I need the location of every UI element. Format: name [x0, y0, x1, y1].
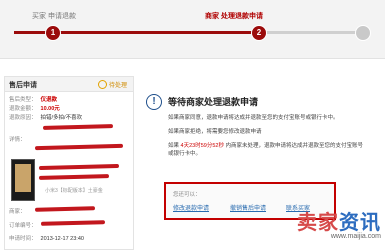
type-label: 售后类型： — [9, 97, 37, 103]
time-label: 申请时间： — [9, 236, 37, 242]
detail-row: 详情： — [9, 135, 26, 143]
watermark-text-b: 资讯 — [339, 212, 381, 234]
type-value: 仅退款 — [40, 97, 58, 103]
site-watermark: 卖家资讯 www.maijia.com — [297, 206, 381, 240]
detail-label: 详情： — [9, 137, 26, 143]
order-label: 订单编号： — [9, 223, 37, 229]
amount-row: 退款金额： 10.00元 — [9, 104, 60, 112]
countdown-timer: 4天23时59分52秒 — [180, 143, 224, 149]
reason-label: 退款原因： — [9, 115, 37, 121]
info-line-reject: 如果商家拒绝，将需要您修改退款申请 — [168, 129, 262, 135]
type-row: 售后类型： 仅退款 — [9, 95, 57, 103]
reason-value: 拍错/多拍/不喜欢 — [40, 115, 83, 121]
step-1-circle: 1 — [45, 25, 61, 41]
lightbulb-icon — [97, 80, 107, 89]
step-3-circle — [355, 25, 371, 41]
seller-label: 商家： — [9, 209, 26, 215]
status-badge: 待处理 — [97, 80, 127, 89]
step-1-label: 买家 申请退款 — [32, 13, 76, 20]
seller-row: 商家： — [9, 207, 26, 215]
amount-value: 10.00元 — [40, 106, 60, 112]
order-row: 订单编号： — [9, 221, 37, 229]
redaction-scribble — [38, 163, 120, 171]
redaction-scribble — [42, 124, 114, 130]
redaction-scribble — [34, 206, 96, 212]
reason-row: 退款原因： 拍错/多拍/不喜欢 — [9, 113, 82, 121]
step-2-label: 商家 处理退款申请 — [205, 13, 263, 20]
step-2-circle: 2 — [251, 25, 267, 41]
info-line-timeout: 如果 4天23时59分52秒 内商家未处理，退款申请将达成并退款至您的支付宝账号… — [168, 143, 364, 157]
redaction-scribble — [40, 220, 106, 226]
after-sale-title: 售后申请 — [9, 82, 37, 89]
product-thumbnail[interactable] — [11, 159, 35, 201]
action-label: 您还可以： — [173, 192, 201, 198]
cancel-request-link[interactable]: 撤销售后申请 — [230, 203, 266, 212]
exclamation-icon: ! — [146, 94, 162, 110]
time-value: 2013-12-17 23:40 — [40, 236, 84, 242]
amount-label: 退款金额： — [9, 106, 37, 112]
progress-track-todo — [259, 31, 364, 34]
after-sale-header: 售后申请 待处理 — [5, 77, 133, 92]
time-row: 申请时间： 2013-12-17 23:40 — [9, 234, 84, 242]
watermark-text-a: 卖家 — [297, 212, 339, 234]
product-note: 小米3【标配版本】土豪金 — [45, 188, 103, 194]
after-sale-panel: 售后申请 待处理 售后类型： 仅退款 退款金额： 10.00元 退款原因： 拍错/多拍… — [4, 76, 134, 250]
redaction-scribble — [38, 174, 110, 180]
modify-refund-link[interactable]: 修改退款申请 — [173, 203, 209, 212]
status-title: 等待商家处理退款申请 — [168, 97, 259, 107]
progress-bar: 买家 申请退款 商家 处理退款申请 1 2 — [0, 0, 385, 59]
redaction-scribble — [34, 143, 124, 151]
info-line-agree: 如果商家同意，退款申请将达成并退款至您的支付宝账号或银行卡中。 — [168, 115, 339, 121]
